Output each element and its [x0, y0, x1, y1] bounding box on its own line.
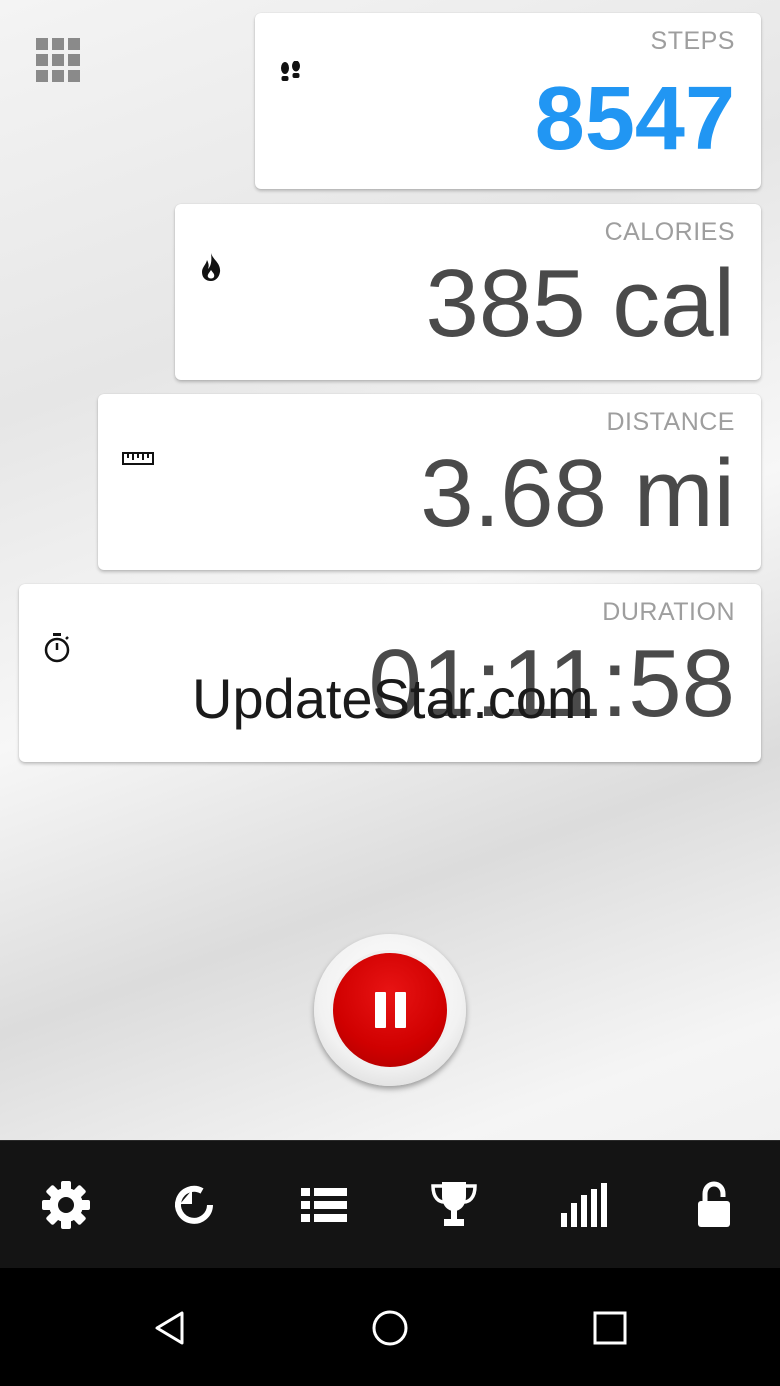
- duration-label: DURATION: [602, 598, 735, 626]
- gear-icon: [42, 1181, 90, 1229]
- recents-button[interactable]: [580, 1298, 640, 1358]
- pause-icon: [374, 992, 386, 1028]
- stopwatch-icon: [44, 633, 70, 663]
- home-circle-icon: [372, 1310, 408, 1346]
- lock-button[interactable]: [684, 1175, 744, 1235]
- calories-card: CALORIES 385 cal: [175, 204, 761, 380]
- list-icon: [301, 1188, 347, 1222]
- back-button[interactable]: [140, 1298, 200, 1358]
- recents-square-icon: [593, 1311, 627, 1345]
- settings-button[interactable]: [36, 1175, 96, 1235]
- distance-value: 3.68 mi: [420, 440, 735, 547]
- pause-button-ring: [314, 934, 466, 1086]
- footsteps-icon: [281, 61, 300, 81]
- reset-button[interactable]: [164, 1175, 224, 1235]
- steps-value: 8547: [534, 69, 735, 169]
- distance-card: DISTANCE 3.68 mi: [98, 394, 761, 570]
- history-list-button[interactable]: [294, 1175, 354, 1235]
- duration-card: DURATION 01:11:58: [19, 584, 761, 762]
- trophy-icon: [431, 1182, 477, 1226]
- flame-icon: [202, 253, 221, 281]
- statistics-button[interactable]: [554, 1175, 614, 1235]
- android-navigation-bar: [0, 1268, 780, 1386]
- distance-label: DISTANCE: [606, 408, 735, 436]
- achievements-button[interactable]: [424, 1175, 484, 1235]
- refresh-icon: [175, 1185, 213, 1224]
- home-button[interactable]: [360, 1298, 420, 1358]
- ruler-icon: [122, 452, 154, 465]
- calories-value: 385 cal: [425, 250, 735, 357]
- calories-label: CALORIES: [604, 218, 735, 246]
- back-triangle-icon: [155, 1311, 184, 1345]
- bar-chart-icon: [561, 1183, 607, 1227]
- lock-icon: [698, 1181, 730, 1227]
- grid-menu-icon[interactable]: [36, 38, 82, 82]
- bottom-toolbar: [0, 1140, 780, 1268]
- steps-label: STEPS: [650, 27, 735, 55]
- pause-button[interactable]: [330, 950, 450, 1070]
- duration-value: 01:11:58: [368, 630, 735, 737]
- steps-card: STEPS 8547: [255, 13, 761, 189]
